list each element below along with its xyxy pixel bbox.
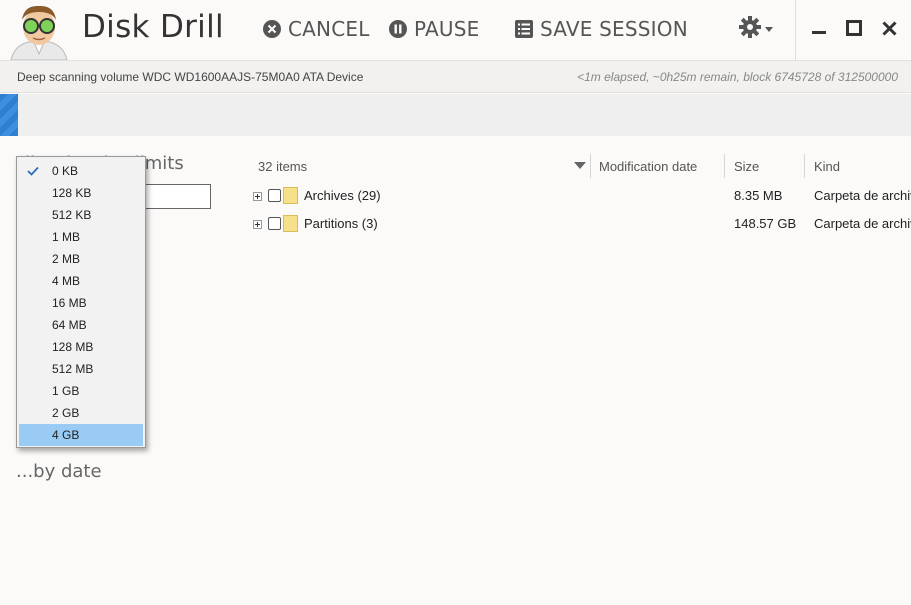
size-option[interactable]: 128 MB xyxy=(19,336,143,358)
row-kind: Carpeta de archivos xyxy=(814,188,911,203)
size-limit-dropdown: 0 KB 128 KB 512 KB 1 MB 2 MB 4 MB 16 MB … xyxy=(16,156,146,448)
size-option[interactable]: 2 GB xyxy=(19,402,143,424)
column-header-kind[interactable]: Kind xyxy=(814,159,840,174)
maximize-button[interactable] xyxy=(843,16,865,40)
close-icon xyxy=(881,20,897,36)
sort-toggle-icon[interactable] xyxy=(574,162,586,169)
minimize-button[interactable] xyxy=(808,16,830,40)
pause-icon xyxy=(388,19,408,39)
size-option[interactable]: 512 KB xyxy=(19,204,143,226)
table-row[interactable]: Archives (29) 8.35 MB Carpeta de archivo… xyxy=(250,184,911,210)
size-option-label: 4 GB xyxy=(52,428,80,442)
expand-toggle-icon[interactable] xyxy=(253,192,262,201)
pause-button[interactable]: PAUSE xyxy=(388,14,479,44)
size-option-label: 1 GB xyxy=(52,384,80,398)
filter-by-date-title[interactable]: ...by date xyxy=(16,461,102,482)
size-option[interactable]: 2 MB xyxy=(19,248,143,270)
row-name: Partitions (3) xyxy=(304,216,378,231)
column-divider xyxy=(590,154,591,178)
save-session-label: SAVE SESSION xyxy=(540,17,688,41)
close-circle-icon xyxy=(262,19,282,39)
size-option[interactable]: 128 KB xyxy=(19,182,143,204)
dropdown-caret-icon xyxy=(765,20,773,38)
scan-status-bar: Deep scanning volume WDC WD1600AAJS-75M0… xyxy=(0,60,911,93)
scan-progress-fill xyxy=(0,94,19,136)
size-option[interactable]: 0 KB xyxy=(19,160,143,182)
size-option-label: 64 MB xyxy=(52,318,87,332)
cancel-button[interactable]: CANCEL xyxy=(262,14,370,44)
row-checkbox[interactable] xyxy=(268,189,281,202)
size-option-label: 512 MB xyxy=(52,362,94,376)
column-divider xyxy=(804,154,805,178)
items-count: 32 items xyxy=(258,159,308,174)
title-bar: Disk Drill CANCEL PAUSE SAVE SESSION xyxy=(0,0,911,61)
size-option[interactable]: 16 MB xyxy=(19,292,143,314)
folder-icon xyxy=(283,215,298,232)
save-session-button[interactable]: SAVE SESSION xyxy=(514,14,688,44)
size-option-label: 128 MB xyxy=(52,340,94,354)
size-option[interactable]: 1 GB xyxy=(19,380,143,402)
size-option-label: 2 GB xyxy=(52,406,80,420)
size-option-label: 4 MB xyxy=(52,274,81,288)
gear-icon xyxy=(738,15,762,44)
checkmark-icon xyxy=(27,160,41,182)
row-size: 148.57 GB xyxy=(734,216,797,231)
column-divider xyxy=(724,154,725,178)
maximize-icon xyxy=(846,20,862,36)
window-controls-divider xyxy=(795,0,796,60)
folder-icon xyxy=(283,187,298,204)
column-header-size[interactable]: Size xyxy=(734,159,759,174)
list-icon xyxy=(514,19,534,39)
minimize-icon xyxy=(812,31,826,34)
scan-progress-text: <1m elapsed, ~0h25m remain, block 674572… xyxy=(577,70,898,84)
row-name: Archives (29) xyxy=(304,188,381,203)
expand-toggle-icon[interactable] xyxy=(253,220,262,229)
settings-menu-button[interactable] xyxy=(738,15,776,44)
close-button[interactable] xyxy=(878,16,900,40)
size-option-label: 0 KB xyxy=(52,164,79,178)
row-size: 8.35 MB xyxy=(734,188,783,203)
pause-label: PAUSE xyxy=(414,17,480,41)
size-option-label: 1 MB xyxy=(52,230,81,244)
scan-status-message: Deep scanning volume WDC WD1600AAJS-75M0… xyxy=(17,70,364,84)
size-option[interactable]: 64 MB xyxy=(19,314,143,336)
cancel-label: CANCEL xyxy=(288,17,370,41)
size-option-label: 16 MB xyxy=(52,296,87,310)
size-option[interactable]: 1 MB xyxy=(19,226,143,248)
scan-progress-bar xyxy=(0,94,911,136)
size-option-label: 512 KB xyxy=(52,208,92,222)
column-header-modification-date[interactable]: Modification date xyxy=(599,159,697,174)
row-kind: Carpeta de archivos xyxy=(814,216,911,231)
size-option-label: 128 KB xyxy=(52,186,92,200)
size-limit-select[interactable] xyxy=(140,184,211,209)
disk-drill-logo-icon xyxy=(8,2,70,61)
size-option[interactable]: 512 MB xyxy=(19,358,143,380)
size-option[interactable]: 4 MB xyxy=(19,270,143,292)
file-list-header: 32 items Modification date Size Kind xyxy=(250,154,911,178)
size-option-label: 2 MB xyxy=(52,252,81,266)
table-row[interactable]: Partitions (3) 148.57 GB Carpeta de arch… xyxy=(250,212,911,238)
app-title: Disk Drill xyxy=(82,9,224,45)
row-checkbox[interactable] xyxy=(268,217,281,230)
size-option[interactable]: 4 GB xyxy=(19,424,143,446)
